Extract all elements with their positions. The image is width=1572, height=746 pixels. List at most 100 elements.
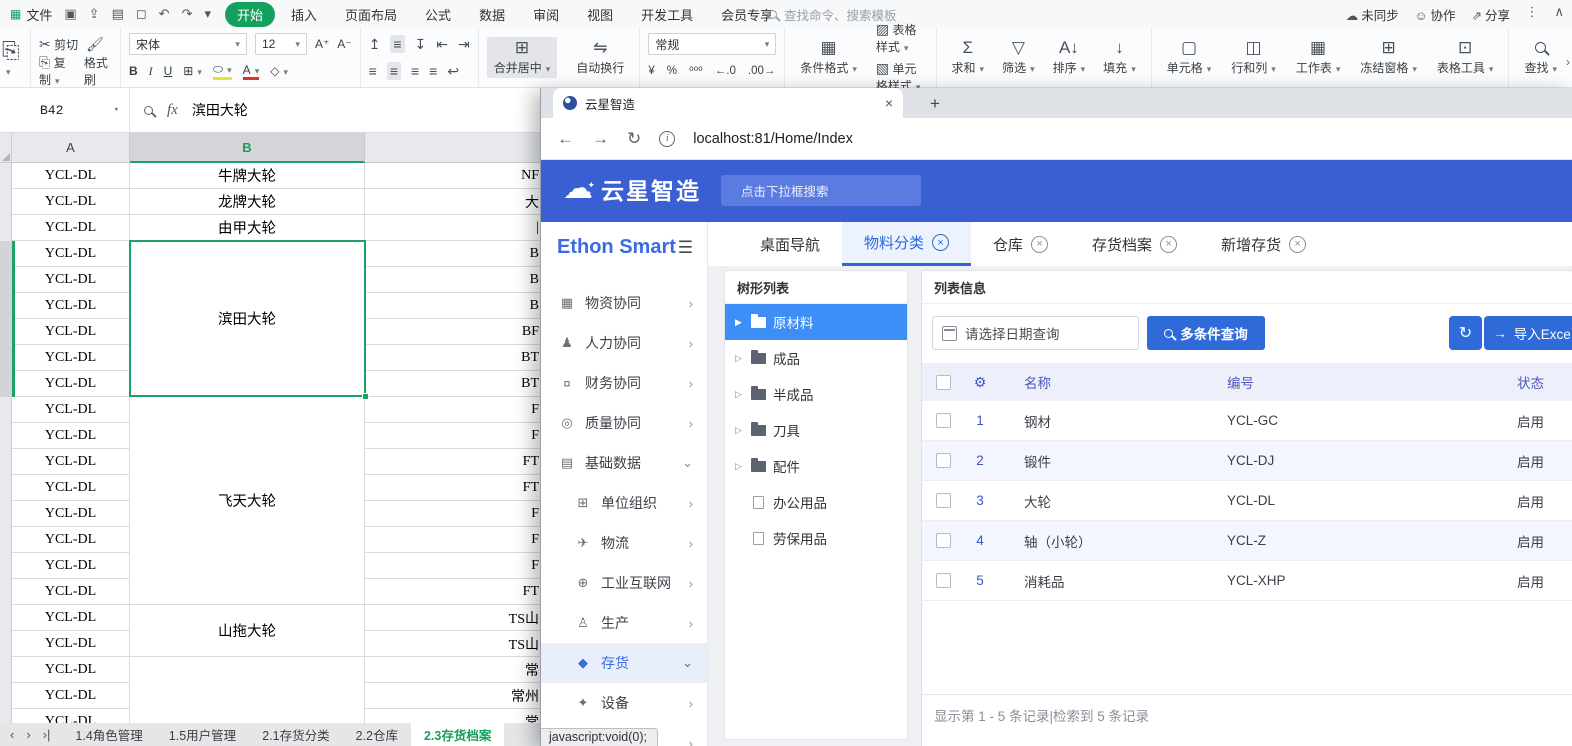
cell-b-merged[interactable]: 飞天大轮: [130, 397, 365, 605]
expand-arrow-icon[interactable]: ▷: [733, 389, 744, 400]
sidebar-item-物资协同[interactable]: ▦物资协同›: [541, 283, 707, 323]
ribbon-tab-开始[interactable]: 开始: [225, 2, 275, 27]
undo-icon[interactable]: ↶: [159, 6, 170, 22]
table-row-锻件[interactable]: 2锻件YCL-DJ启用: [922, 441, 1572, 481]
sheet-tab-1.4角色管理[interactable]: 1.4角色管理: [62, 723, 155, 746]
tree-item-配件[interactable]: ▷配件: [725, 448, 907, 484]
fx-icon[interactable]: fx: [167, 102, 178, 119]
column-header-name[interactable]: 名称: [1024, 372, 1051, 392]
cell-a15[interactable]: YCL-DL: [12, 527, 130, 553]
tree-item-刀具[interactable]: ▷刀具: [725, 412, 907, 448]
align-top-icon[interactable]: ↥: [369, 36, 381, 53]
copy-button[interactable]: ⎘ 复制▾: [39, 54, 76, 88]
row-header-strip[interactable]: [0, 133, 12, 723]
sheet-tab-1.5用户管理[interactable]: 1.5用户管理: [156, 723, 249, 746]
output-icon[interactable]: ⇪: [89, 6, 100, 22]
refresh-button[interactable]: ↻: [1449, 316, 1482, 350]
sheet-tab-2.3存货档案[interactable]: 2.3存货档案: [411, 723, 504, 746]
cell-a3[interactable]: YCL-DL: [12, 215, 130, 241]
zoom-icon[interactable]: [144, 106, 153, 115]
row-checkbox[interactable]: [936, 453, 951, 468]
close-workspace-tab-icon[interactable]: ×: [1289, 236, 1306, 253]
painter-brush-icon[interactable]: 🖌: [86, 36, 104, 53]
排序-button[interactable]: A↓排序▾: [1046, 37, 1093, 78]
column-header-status[interactable]: 状态: [1517, 372, 1544, 392]
cell-a19[interactable]: YCL-DL: [12, 631, 130, 657]
cell-b-merged[interactable]: 牛牌大轮: [130, 163, 365, 189]
workspace-tab-物料分类[interactable]: 物料分类×: [842, 222, 971, 266]
cell-a14[interactable]: YCL-DL: [12, 501, 130, 527]
find-button[interactable]: 查找▾: [1517, 37, 1564, 78]
clear-format-button[interactable]: ◇▾: [270, 64, 288, 78]
number-format-icon-1[interactable]: %: [667, 65, 677, 77]
collapse-ribbon-icon[interactable]: ∧: [1554, 4, 1564, 20]
协作-button[interactable]: ☺协作: [1415, 5, 1456, 24]
number-format-icon-2[interactable]: ⁰⁰⁰: [689, 64, 703, 78]
cell-b-merged[interactable]: 山拖大轮: [130, 605, 365, 657]
italic-button[interactable]: I: [149, 64, 153, 79]
cut-button[interactable]: ✂ 剪切: [39, 36, 78, 53]
justify-icon[interactable]: ≡: [429, 63, 437, 79]
ribbon-tab-公式[interactable]: 公式: [413, 2, 463, 27]
ribbon-tab-页面布局[interactable]: 页面布局: [333, 2, 409, 27]
import-excel-button[interactable]: →导入Exce: [1484, 316, 1572, 350]
next-sheet-icon[interactable]: ›: [26, 727, 30, 742]
tree-item-半成品[interactable]: ▷半成品: [725, 376, 907, 412]
align-center-icon[interactable]: ≡: [387, 62, 401, 80]
fill-handle[interactable]: [362, 393, 369, 400]
sidebar-item-工业互联网[interactable]: ⊕工业互联网›: [541, 563, 707, 603]
column-header-a[interactable]: A: [12, 133, 130, 163]
name-box[interactable]: B42▾: [0, 88, 130, 132]
number-format-select[interactable]: 常规▾: [648, 33, 776, 55]
column-header-code[interactable]: 编号: [1227, 372, 1254, 392]
expand-arrow-icon[interactable]: ▷: [733, 461, 744, 472]
back-icon[interactable]: ←: [557, 129, 574, 149]
header-search-box[interactable]: 点击下拉框搜索: [721, 175, 921, 206]
row-checkbox[interactable]: [936, 413, 951, 428]
sheet-tab-2.1存货分类[interactable]: 2.1存货分类: [249, 723, 342, 746]
more-icon[interactable]: ▾: [204, 6, 211, 22]
distributed-icon[interactable]: ↩: [447, 63, 459, 80]
expand-arrow-icon[interactable]: ▶: [733, 317, 744, 328]
address-bar[interactable]: localhost:81/Home/Index: [693, 131, 853, 147]
save-icon[interactable]: ▣: [64, 6, 76, 22]
align-bottom-icon[interactable]: ↧: [415, 36, 427, 53]
workspace-tab-存货档案[interactable]: 存货档案×: [1070, 222, 1199, 266]
row-checkbox[interactable]: [936, 573, 951, 588]
ribbon-tab-审阅[interactable]: 审阅: [521, 2, 571, 27]
cell-a13[interactable]: YCL-DL: [12, 475, 130, 501]
sidebar-item-物流[interactable]: ✈物流›: [541, 523, 707, 563]
table-style-button[interactable]: ▨ 表格样式▾: [876, 21, 928, 55]
cell-a18[interactable]: YCL-DL: [12, 605, 130, 631]
cell-a9[interactable]: YCL-DL: [12, 371, 130, 397]
table-row-钢材[interactable]: 1钢材YCL-GC启用: [922, 401, 1572, 441]
sidebar-item-生产[interactable]: ♙生产›: [541, 603, 707, 643]
cell-a2[interactable]: YCL-DL: [12, 189, 130, 215]
冻结窗格-button[interactable]: ⊞冻结窗格▾: [1353, 37, 1424, 78]
hamburger-icon[interactable]: ☰: [678, 238, 693, 258]
expand-arrow-icon[interactable]: ▷: [733, 353, 744, 364]
fill-color-button[interactable]: ⬭▾: [213, 62, 232, 80]
borders-button[interactable]: ⊞▾: [183, 64, 202, 78]
select-all-corner[interactable]: [0, 133, 12, 163]
sidebar-item-基础数据[interactable]: ▤基础数据⌄: [541, 443, 707, 483]
column-header-c[interactable]: [365, 133, 540, 163]
font-size-select[interactable]: 12▾: [255, 33, 307, 55]
merge-center-button[interactable]: ⊞ 合并居中▾: [487, 37, 558, 78]
reload-icon[interactable]: ↻: [627, 129, 641, 149]
close-tab-icon[interactable]: ×: [885, 95, 893, 111]
ribbon-expand-arrow[interactable]: ›: [1566, 55, 1570, 69]
align-right-icon[interactable]: ≡: [411, 63, 419, 79]
cell-a5[interactable]: YCL-DL: [12, 267, 130, 293]
paste-icon[interactable]: ⎘: [2, 38, 22, 64]
ribbon-tab-视图[interactable]: 视图: [575, 2, 625, 27]
decrease-font-icon[interactable]: A⁻: [337, 37, 351, 51]
cell-b-merged[interactable]: [130, 657, 365, 723]
sidebar-item-质量协同[interactable]: ◎质量协同›: [541, 403, 707, 443]
font-color-button[interactable]: A▾: [243, 63, 260, 80]
align-left-icon[interactable]: ≡: [369, 63, 377, 79]
column-settings-gear-icon[interactable]: ⚙: [972, 374, 988, 391]
workspace-tab-桌面导航[interactable]: 桌面导航: [738, 222, 842, 266]
ribbon-tab-插入[interactable]: 插入: [279, 2, 329, 27]
print-icon[interactable]: ▤: [112, 6, 124, 22]
